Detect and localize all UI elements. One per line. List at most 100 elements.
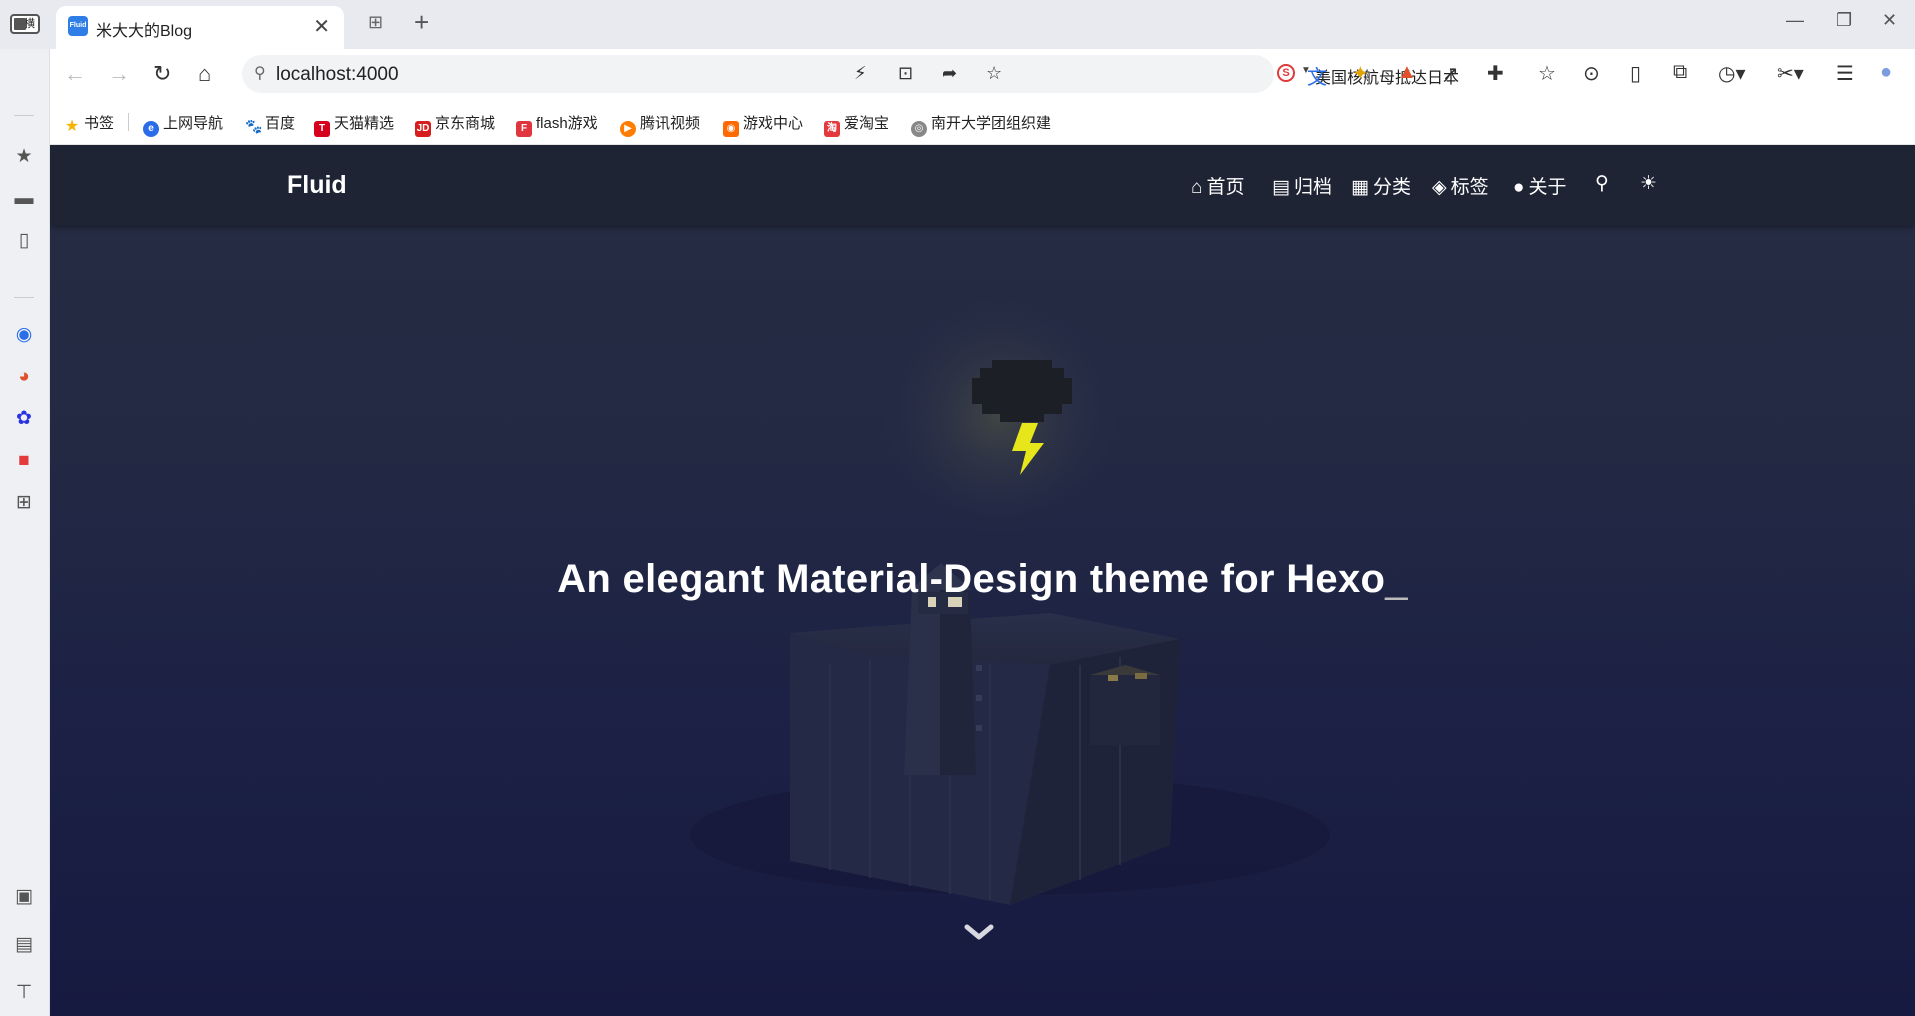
bookmark-item[interactable]: T 天猫精选 xyxy=(314,112,394,137)
nav-about[interactable]: ● 关于 xyxy=(1513,172,1567,199)
extensions-icon[interactable]: ✚ xyxy=(1487,61,1504,86)
baidu-icon[interactable]: ✿ xyxy=(12,407,36,431)
share-icon[interactable]: ➦ xyxy=(942,63,957,84)
toolbox-icon[interactable]: ▤ xyxy=(12,933,36,957)
nav-icon: e xyxy=(143,121,159,137)
bookmark-label: 京东商城 xyxy=(435,115,496,132)
nav-archive[interactable]: ▤ 归档 xyxy=(1272,172,1332,199)
address-bar[interactable]: ⚲ localhost:4000 ⚡ ⊡ ➦ ☆ S ▼ 美国核航母抵达日本 xyxy=(242,55,1459,93)
nav-label: 分类 xyxy=(1372,177,1411,198)
bookmark-item[interactable]: ◉ 游戏中心 xyxy=(723,112,803,137)
tab-title: 米大大的Blog xyxy=(96,23,193,40)
scroll-down-chevron-icon[interactable] xyxy=(964,922,994,942)
folder-icon[interactable]: ▬ xyxy=(12,187,36,211)
fluid-favicon-icon: Fluid xyxy=(68,16,88,36)
ai-assistant-icon[interactable]: ✦ xyxy=(1352,61,1369,86)
minimize-icon[interactable]: — xyxy=(1786,10,1804,31)
vertical-tabs-toggle-icon[interactable]: 横 xyxy=(10,14,40,34)
avatar[interactable]: ● xyxy=(1880,61,1892,84)
app-icon[interactable]: ◕ xyxy=(12,365,36,389)
bookmark-item[interactable]: JD 京东商城 xyxy=(415,112,495,137)
baidu-icon: 🐾 xyxy=(245,118,263,134)
lightning-icon[interactable]: ⚡ xyxy=(854,63,867,84)
search-icon: ⚲ xyxy=(254,65,266,82)
home-icon: ⌂ xyxy=(1191,177,1203,198)
bookmark-item[interactable]: 🐾 百度 xyxy=(245,112,295,134)
xiaohongshu-icon[interactable]: ■ xyxy=(12,449,36,473)
bookmark-label: 游戏中心 xyxy=(743,115,804,132)
pin-icon[interactable]: ⊤ xyxy=(12,981,36,1005)
page-viewport: Fluid ⌂ 首页 ▤ 归档 ▦ 分类 ◈ 标签 ● 关于 ⚲ ☀ An elegant… xyxy=(50,145,1915,1016)
mobile-icon[interactable]: ▯ xyxy=(1630,61,1641,86)
stock-icon[interactable]: ↗ xyxy=(1442,61,1459,86)
sidebar-divider xyxy=(14,297,34,298)
mobile-icon[interactable]: ▯ xyxy=(12,229,36,253)
screenshot-icon[interactable]: ⊡ xyxy=(898,63,913,84)
tmall-icon: T xyxy=(314,121,330,137)
tab-grid-icon[interactable]: ⊞ xyxy=(368,12,383,33)
nav-category[interactable]: ▦ 分类 xyxy=(1351,172,1411,199)
star-icon: ★ xyxy=(64,118,80,135)
typing-cursor: _ xyxy=(1385,557,1408,601)
sogou-icon: S xyxy=(1277,64,1295,82)
download-icon[interactable]: ⊙ xyxy=(1583,61,1600,86)
history-icon[interactable]: ◷▾ xyxy=(1718,61,1746,86)
favorites-icon[interactable]: ☆ xyxy=(1538,61,1556,86)
bookmark-item[interactable]: ▶ 腾讯视频 xyxy=(620,112,700,137)
site-brand[interactable]: Fluid xyxy=(287,171,347,200)
back-icon[interactable]: ← xyxy=(64,61,86,87)
translate-icon[interactable]: 文 xyxy=(1307,61,1327,90)
active-tab[interactable]: Fluid 米大大的Blog ✕ xyxy=(56,6,344,49)
restore-icon[interactable]: ❐ xyxy=(1836,10,1852,31)
headline-text: An elegant Material-Design theme for Hex… xyxy=(557,557,1386,601)
nav-label: 归档 xyxy=(1293,177,1332,198)
pdf-icon[interactable]: ▲ xyxy=(1397,61,1417,84)
bookmark-label: flash游戏 xyxy=(536,115,598,132)
bookmark-item[interactable]: ◎ 南开大学团组织建 xyxy=(911,112,1051,137)
browser-nav-icon[interactable]: ◉ xyxy=(12,323,36,347)
flash-icon: F xyxy=(516,121,532,137)
left-sidebar: ★ ▬ ▯ ◉ ◕ ✿ ■ ⊞ ▣ ▤ ⊤ xyxy=(0,49,50,1016)
bookmark-label: 书签 xyxy=(84,115,115,132)
close-window-icon[interactable]: ✕ xyxy=(1882,10,1897,31)
url-text[interactable]: localhost:4000 xyxy=(276,64,399,86)
nav-home[interactable]: ⌂ 首页 xyxy=(1191,172,1245,199)
nav-label: 关于 xyxy=(1528,177,1567,198)
star-icon[interactable]: ★ xyxy=(12,145,36,169)
archive-icon: ▤ xyxy=(1272,177,1290,198)
theme-toggle-sun-icon[interactable]: ☀ xyxy=(1640,172,1657,195)
bookmark-label: 天猫精选 xyxy=(334,115,395,132)
hero-headline: An elegant Material-Design theme for Hex… xyxy=(50,557,1915,602)
bookmark-label: 南开大学团组织建 xyxy=(931,115,1052,132)
tags-icon: ◈ xyxy=(1432,177,1447,198)
add-app-icon[interactable]: ⊞ xyxy=(12,491,36,515)
bookmark-separator xyxy=(128,113,129,131)
globe-icon: ◎ xyxy=(911,121,927,137)
bookmark-item[interactable]: 淘爱淘宝 xyxy=(824,112,889,137)
reload-icon[interactable]: ↻ xyxy=(153,61,171,87)
search-suggestion-text[interactable]: 美国核航母抵达日本 xyxy=(1315,64,1459,88)
new-tab-button[interactable]: + xyxy=(414,7,429,38)
search-icon[interactable]: ⚲ xyxy=(1595,172,1609,195)
home-button-icon[interactable]: ⌂ xyxy=(198,61,211,87)
bookmark-item[interactable]: e 上网导航 xyxy=(143,112,223,137)
forward-icon[interactable]: → xyxy=(108,61,130,87)
search-suggestion[interactable]: S ▼ 美国核航母抵达日本 xyxy=(1267,57,1517,91)
sidebar-divider xyxy=(14,115,34,116)
bookmark-item[interactable]: Fflash游戏 xyxy=(516,112,598,137)
copy-window-icon[interactable]: ⧉ xyxy=(1673,61,1687,84)
nav-label: 标签 xyxy=(1450,177,1489,198)
tencent-video-icon: ▶ xyxy=(620,121,636,137)
game-icon: ◉ xyxy=(723,121,739,137)
bookmark-star-icon[interactable]: ☆ xyxy=(986,63,1002,84)
scissors-icon[interactable]: ✂▾ xyxy=(1777,61,1804,86)
bookmark-label: 百度 xyxy=(265,115,296,132)
toolbar: « ← → ↻ ⌂ ⚲ localhost:4000 ⚡ ⊡ ➦ ☆ S ▼ 美… xyxy=(0,49,1915,99)
user-icon: ● xyxy=(1513,177,1525,198)
favorite-folder-icon[interactable]: ▣ xyxy=(12,885,36,909)
bookmarks-bar: ★ 书签 e 上网导航 🐾 百度 T 天猫精选 JD 京东商城 Fflash游戏 ▶ 腾讯视… xyxy=(0,99,1915,145)
nav-tags[interactable]: ◈ 标签 xyxy=(1432,172,1489,199)
menu-icon[interactable]: ☰ xyxy=(1836,61,1854,86)
tab-close-icon[interactable]: ✕ xyxy=(313,14,330,39)
bookmark-folder[interactable]: ★ 书签 xyxy=(64,112,114,135)
